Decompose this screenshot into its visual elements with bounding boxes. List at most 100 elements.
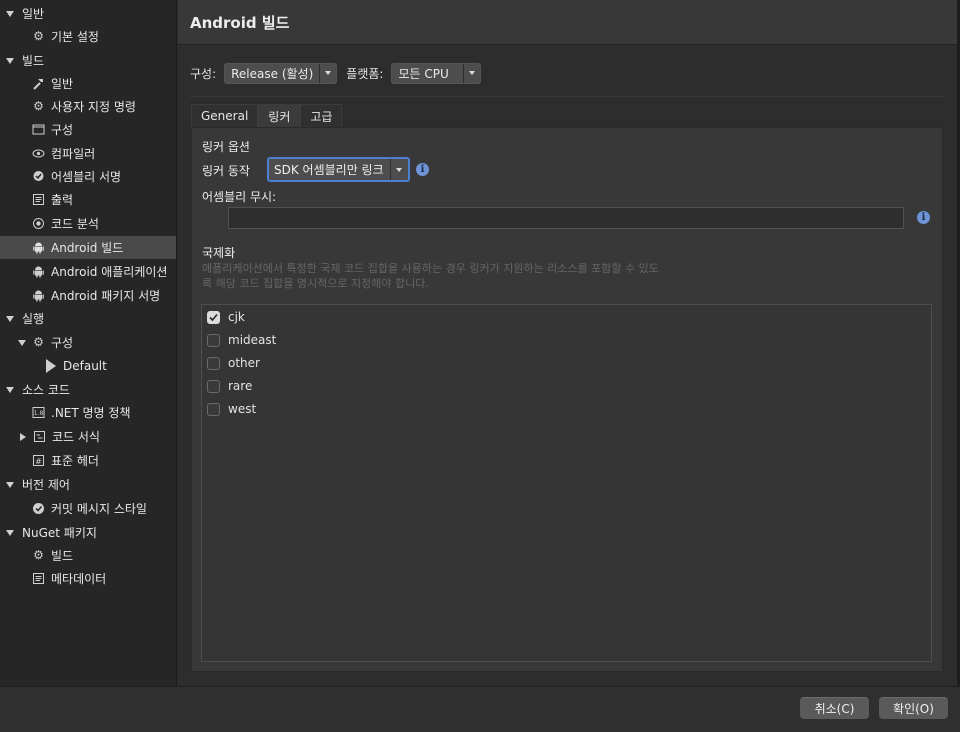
linker-behavior-select[interactable]: SDK 어셈블리만 링크 bbox=[267, 157, 410, 182]
checkbox[interactable] bbox=[207, 402, 220, 416]
list-item[interactable]: rare bbox=[207, 377, 252, 395]
svg-text:#: # bbox=[35, 457, 42, 466]
document-icon bbox=[32, 193, 45, 206]
sidebar-group-build[interactable]: 빌드 bbox=[0, 49, 176, 72]
sidebar-item-code-format[interactable]: 코드 서식 bbox=[0, 425, 176, 448]
chevron-down-icon bbox=[6, 386, 14, 393]
page-title: Android 빌드 bbox=[190, 13, 290, 32]
sidebar-group-run[interactable]: 실행 bbox=[0, 307, 176, 330]
hammer-icon bbox=[32, 77, 45, 90]
info-icon[interactable]: i bbox=[917, 211, 930, 224]
list-item[interactable]: other bbox=[207, 354, 260, 372]
sidebar: 일반 ⚙ 기본 설정 빌드 일반 ⚙ 사용자 지정 명령 구성 컴파일러 어셈블… bbox=[0, 0, 177, 686]
checkbox[interactable] bbox=[207, 356, 220, 370]
sidebar-item-output[interactable]: 출력 bbox=[0, 188, 176, 211]
chevron-down-icon bbox=[6, 315, 14, 322]
ignore-assemblies-input[interactable] bbox=[228, 207, 904, 229]
config-value: Release (활성) bbox=[231, 66, 314, 81]
tab-bar: General 링커 고급 bbox=[191, 104, 343, 127]
i18n-title: 국제화 bbox=[202, 246, 236, 260]
checkbox-label: rare bbox=[228, 379, 253, 393]
naming-icon: 1.8 bbox=[32, 406, 45, 419]
chevron-down-icon[interactable] bbox=[18, 339, 26, 346]
chevron-down-icon bbox=[462, 63, 480, 83]
chevron-down-icon bbox=[6, 529, 14, 536]
sidebar-group-nuget[interactable]: NuGet 패키지 bbox=[0, 521, 176, 544]
i18n-description: 애플리케이션에서 특정한 국제 코드 집합을 사용하는 경우 링커가 지원하는 … bbox=[202, 262, 659, 290]
chevron-down-icon bbox=[6, 10, 14, 17]
list-item[interactable]: cjk bbox=[207, 308, 245, 326]
sidebar-item-standard-header[interactable]: # 표준 헤더 bbox=[0, 449, 176, 472]
info-icon[interactable]: i bbox=[416, 163, 429, 176]
sidebar-group-source-code[interactable]: 소스 코드 bbox=[0, 378, 176, 401]
divider bbox=[190, 96, 945, 97]
chevron-down-icon bbox=[6, 57, 14, 64]
linker-behavior-label: 링커 동작 bbox=[202, 164, 250, 178]
config-row: 구성: Release (활성) 플랫폼: 모든 CPU bbox=[190, 62, 481, 84]
android-icon bbox=[32, 241, 45, 254]
chevron-down-icon bbox=[389, 159, 408, 180]
list-item[interactable]: west bbox=[207, 400, 256, 418]
chevron-right-icon[interactable] bbox=[20, 432, 26, 441]
sidebar-item-build-general[interactable]: 일반 bbox=[0, 72, 176, 95]
sidebar-group-general[interactable]: 일반 bbox=[0, 2, 176, 25]
ok-button[interactable]: 확인(O) bbox=[879, 697, 948, 719]
badge-icon bbox=[32, 170, 45, 183]
config-select[interactable]: Release (활성) bbox=[224, 62, 338, 84]
sidebar-item-code-analysis[interactable]: 코드 분석 bbox=[0, 212, 176, 235]
sidebar-item-basic-settings[interactable]: ⚙ 기본 설정 bbox=[0, 25, 176, 48]
sidebar-item-run-configuration[interactable]: ⚙ 구성 bbox=[0, 331, 176, 354]
target-icon bbox=[32, 217, 45, 230]
window-icon bbox=[32, 123, 45, 136]
sidebar-item-assembly-signing[interactable]: 어셈블리 서명 bbox=[0, 165, 176, 188]
tab-advanced[interactable]: 고급 bbox=[300, 104, 343, 127]
sidebar-item-nuget-build[interactable]: ⚙ 빌드 bbox=[0, 544, 176, 567]
format-icon bbox=[33, 430, 46, 443]
list-item[interactable]: mideast bbox=[207, 331, 276, 349]
checkbox[interactable] bbox=[207, 379, 220, 393]
checkbox-label: mideast bbox=[228, 333, 277, 347]
hash-icon: # bbox=[32, 454, 45, 467]
tab-linker[interactable]: 링커 bbox=[258, 104, 301, 127]
sidebar-item-custom-commands[interactable]: ⚙ 사용자 지정 명령 bbox=[0, 95, 176, 118]
sidebar-group-version-control[interactable]: 버전 제어 bbox=[0, 473, 176, 496]
commit-icon bbox=[32, 502, 45, 515]
android-icon bbox=[32, 289, 45, 302]
sidebar-item-compiler[interactable]: 컴파일러 bbox=[0, 142, 176, 165]
config-label: 구성: bbox=[190, 66, 217, 81]
i18n-list: cjk mideast other rare west bbox=[201, 304, 932, 662]
checkbox-label: other bbox=[228, 356, 260, 370]
sidebar-item-android-application[interactable]: Android 애플리케이션 bbox=[0, 260, 176, 283]
sidebar-item-android-build[interactable]: Android 빌드 bbox=[0, 236, 176, 259]
checkbox-label: west bbox=[228, 402, 257, 416]
chevron-down-icon bbox=[319, 63, 336, 83]
play-icon bbox=[46, 358, 56, 373]
cancel-button[interactable]: 취소(C) bbox=[800, 697, 869, 719]
sidebar-item-android-package-signing[interactable]: Android 패키지 서명 bbox=[0, 284, 176, 307]
gear-icon: ⚙ bbox=[33, 335, 44, 349]
tab-general[interactable]: General bbox=[191, 104, 259, 127]
checkbox[interactable] bbox=[207, 333, 220, 347]
platform-select[interactable]: 모든 CPU bbox=[391, 62, 481, 84]
linker-options-title: 링커 옵션 bbox=[202, 140, 250, 154]
page-header: Android 빌드 bbox=[178, 0, 957, 45]
document-icon bbox=[32, 572, 45, 585]
svg-text:1.8: 1.8 bbox=[34, 410, 44, 417]
checkbox-label: cjk bbox=[228, 310, 245, 324]
sidebar-item-naming-policy[interactable]: 1.8 .NET 명명 정책 bbox=[0, 401, 176, 424]
sidebar-item-metadata[interactable]: 메타데이터 bbox=[0, 567, 176, 590]
gear-icon: ⚙ bbox=[33, 548, 44, 562]
ignore-assemblies-label: 어셈블리 무시: bbox=[202, 190, 277, 204]
gear-icon: ⚙ bbox=[33, 29, 44, 43]
platform-label: 플랫폼: bbox=[346, 66, 384, 81]
android-icon bbox=[32, 265, 45, 278]
linker-behavior-value: SDK 어셈블리만 링크 bbox=[274, 163, 384, 177]
sidebar-item-default[interactable]: Default bbox=[0, 354, 176, 377]
eye-icon bbox=[32, 147, 45, 160]
dialog-footer: 취소(C) 확인(O) bbox=[0, 686, 960, 732]
sidebar-item-commit-message-style[interactable]: 커밋 메시지 스타일 bbox=[0, 497, 176, 520]
main-panel: Android 빌드 구성: Release (활성) 플랫폼: 모든 CPU … bbox=[178, 0, 957, 686]
chevron-down-icon bbox=[6, 481, 14, 488]
sidebar-item-configuration[interactable]: 구성 bbox=[0, 118, 176, 141]
checkbox[interactable] bbox=[207, 310, 220, 324]
